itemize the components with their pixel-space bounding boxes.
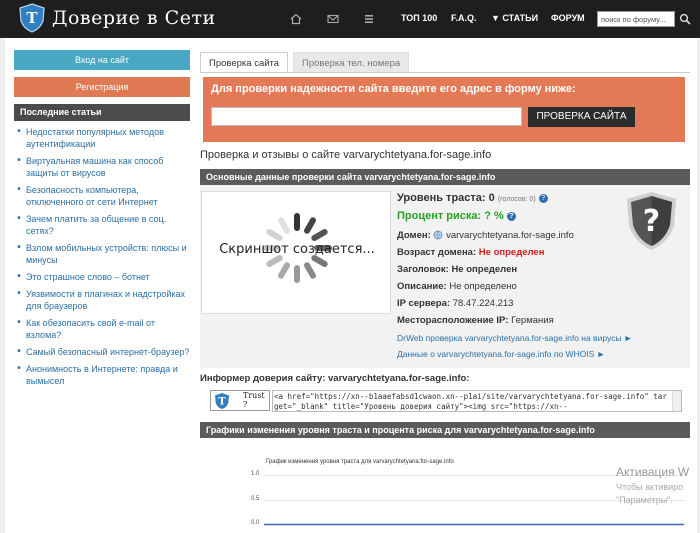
site-title[interactable]: Доверие в Сети: [52, 7, 216, 29]
nav-top100[interactable]: ТОП 100: [401, 13, 437, 23]
desc-value: Не определено: [449, 281, 517, 292]
informer-code-textarea[interactable]: <a href="https://xn--b1aaefabsd1cwaon.xn…: [272, 390, 682, 412]
heading-value: Не определен: [451, 264, 518, 275]
svg-text:T: T: [218, 397, 226, 408]
informer-title: Информер доверия сайту: varvarychtetyana…: [200, 373, 470, 384]
chart-y-tick-label: 1.0: [251, 471, 260, 477]
recent-articles-list: Недостатки популярных методов аутентифик…: [14, 126, 190, 392]
ip-row: IP сервера: 78.47.224.213: [397, 298, 513, 309]
article-link[interactable]: Как обезопасить свой e-mail от взлома?: [26, 317, 190, 341]
article-link[interactable]: Взлом мобильных устройств: плюсы и минус…: [26, 242, 190, 266]
recent-articles-heading: Последние статьи: [14, 104, 190, 121]
drweb-check-link[interactable]: DrWeb проверка varvarychtetyana.for-sage…: [397, 333, 632, 343]
ip-value: 78.47.224.213: [452, 298, 514, 309]
check-site-button[interactable]: ПРОВЕРКА САЙТА: [528, 107, 635, 127]
article-link[interactable]: Недостатки популярных методов аутентифик…: [26, 126, 190, 150]
tab-divider: [200, 72, 690, 73]
list-item: Виртуальная машина как способ защиты от …: [14, 155, 190, 179]
tab-check-site[interactable]: Проверка сайта: [200, 52, 289, 73]
list-item: Как обезопасить свой e-mail от взлома?: [14, 317, 190, 341]
badge-text: Trust ?: [243, 391, 265, 409]
description-row: Описание: Не определено: [397, 281, 517, 292]
badge-logo-icon: T: [215, 393, 229, 409]
heading-row: Заголовок: Не определен: [397, 264, 517, 275]
svg-text:T: T: [26, 9, 38, 27]
location-value: Германия: [511, 315, 554, 326]
list-item: Недостатки популярных методов аутентифик…: [14, 126, 190, 150]
section-heading-main-data: Основные данные проверки сайта varvarych…: [200, 169, 690, 185]
list-item: Это страшное слово – ботнет: [14, 271, 190, 283]
help-icon[interactable]: ?: [538, 193, 548, 203]
risk-label: Процент риска: ? %: [397, 210, 504, 222]
location-label: Месторасположение IP:: [397, 315, 509, 326]
check-form-title: Для проверки надежности сайта введите ег…: [211, 83, 576, 95]
nav-forum[interactable]: ФОРУМ: [551, 13, 585, 23]
heading-label: Заголовок:: [397, 264, 449, 275]
domain-age-row: Возраст домена: Не определен: [397, 247, 544, 258]
screenshot-status-text: Скриншот создается...: [219, 242, 375, 257]
list-item: Самый безопасный интернет-браузер?: [14, 346, 190, 358]
activation-watermark-title: Активация W: [616, 465, 690, 479]
mail-icon[interactable]: [326, 12, 340, 26]
help-icon[interactable]: ?: [506, 211, 516, 221]
trust-value: 0: [488, 192, 495, 204]
section-heading-graphs: Графики изменения уровня траста и процен…: [200, 422, 690, 438]
chart-y-tick-label: 0.5: [251, 495, 260, 502]
forum-search-input[interactable]: [597, 11, 675, 27]
desc-label: Описание:: [397, 281, 447, 292]
nav-faq[interactable]: F.A.Q.: [451, 13, 477, 23]
article-link[interactable]: Уязвимости в плагинах и надстройках для …: [26, 288, 190, 312]
whois-link[interactable]: Данные о varvarychtetyana.for-sage.info …: [397, 349, 605, 359]
list-item: Уязвимости в плагинах и надстройках для …: [14, 288, 190, 312]
list-icon[interactable]: [362, 12, 376, 26]
domain-label: Домен:: [397, 230, 431, 241]
activation-watermark-line: Чтобы активиро: [616, 482, 684, 492]
ip-label: IP сервера:: [397, 298, 451, 309]
tab-check-phone[interactable]: Проверка тел. номера: [293, 52, 410, 73]
domain-row: Домен: varvarychtetyana.for-sage.info: [397, 230, 574, 241]
chart-title: График изменения уровня траста для varva…: [266, 459, 454, 465]
site-check-form: Для проверки надежности сайта введите ег…: [203, 77, 685, 142]
age-label: Возраст домена:: [397, 247, 477, 258]
question-shield-icon: ?: [627, 192, 676, 250]
search-icon[interactable]: [679, 13, 691, 25]
informer-code: <a href="https://xn--b1aaefabsd1cwaon.xn…: [274, 392, 667, 411]
globe-icon: [434, 231, 443, 240]
site-header: T Доверие в Сети ТОП 100 F.A.Q. ▼ СТАТЬИ…: [0, 0, 700, 38]
list-item: Зачем платить за общение в соц. сетях?: [14, 213, 190, 237]
article-link[interactable]: Зачем платить за общение в соц. сетях?: [26, 213, 190, 237]
register-button[interactable]: Регистрация: [14, 77, 190, 97]
chart-gridline: [264, 524, 684, 525]
list-item: Безопасность компьютера, отключенного от…: [14, 184, 190, 208]
risk-percent: Процент риска: ? % ?: [397, 210, 516, 222]
nav-articles[interactable]: ▼ СТАТЬИ: [491, 13, 538, 23]
article-link[interactable]: Это страшное слово – ботнет: [26, 271, 190, 283]
article-link[interactable]: Безопасность компьютера, отключенного от…: [26, 184, 190, 208]
site-logo-icon[interactable]: T: [18, 3, 46, 33]
home-icon[interactable]: [289, 12, 303, 26]
trust-votes: (голосов: 0): [497, 196, 536, 203]
article-link[interactable]: Анонимность в Интернете: правда и вымысе…: [26, 363, 190, 387]
activation-watermark-line: "Параметры".: [616, 495, 673, 505]
article-link[interactable]: Виртуальная машина как способ защиты от …: [26, 155, 190, 179]
article-link[interactable]: Самый безопасный интернет-браузер?: [26, 346, 190, 358]
code-scrollbar[interactable]: [672, 391, 681, 411]
svg-text:?: ?: [643, 204, 660, 239]
chart-y-tick-label: 0.0: [251, 520, 260, 526]
trust-level: Уровень траста: 0 (голосов: 0) ?: [397, 192, 548, 204]
list-item: Анонимность в Интернете: правда и вымысе…: [14, 363, 190, 387]
domain-value: varvarychtetyana.for-sage.info: [446, 230, 574, 241]
site-screenshot: Скриншот создается...: [201, 191, 391, 314]
site-url-input[interactable]: [211, 107, 522, 126]
page-title: Проверка и отзывы о сайте varvarychtetya…: [200, 149, 492, 161]
trust-label: Уровень траста:: [397, 192, 486, 204]
list-item: Взлом мобильных устройств: плюсы и минус…: [14, 242, 190, 266]
login-button[interactable]: Вход на сайт: [14, 50, 190, 70]
location-row: Месторасположение IP: Германия: [397, 315, 554, 326]
age-value: Не определен: [478, 247, 545, 258]
trust-badge[interactable]: T Trust ?: [210, 390, 270, 411]
